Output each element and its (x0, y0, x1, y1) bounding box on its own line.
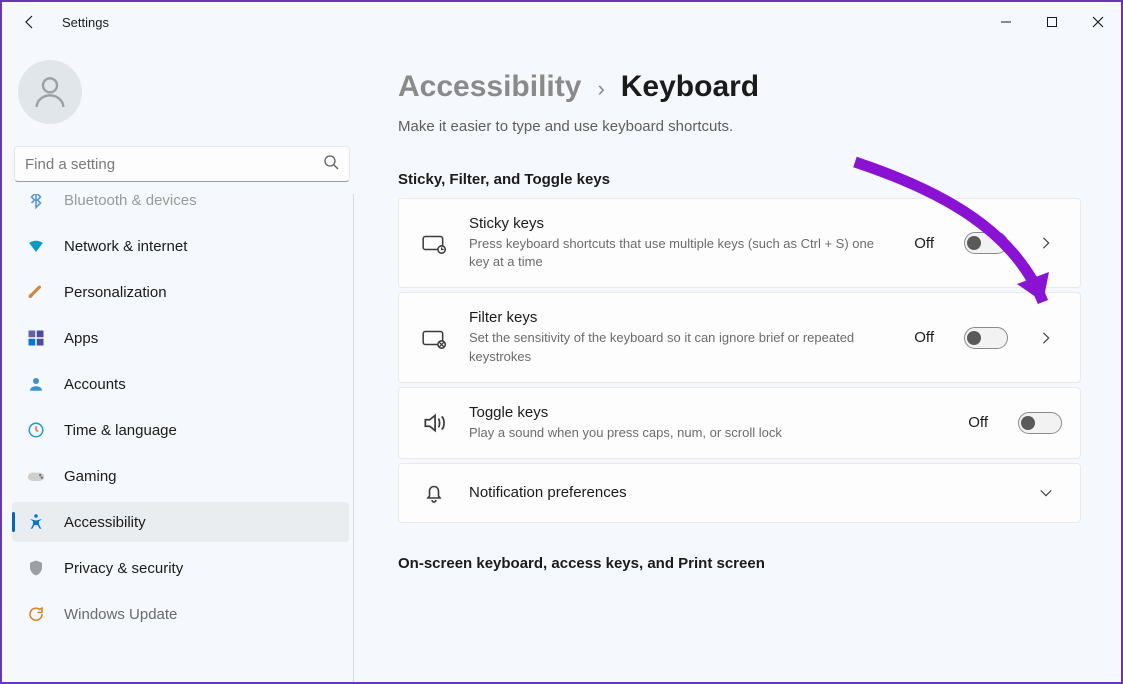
sticky-keys-toggle[interactable] (964, 232, 1008, 254)
card-desc: Play a sound when you press caps, num, o… (469, 424, 946, 442)
page-title: Keyboard (621, 70, 759, 104)
sidebar-item-label: Time & language (64, 422, 177, 439)
back-button[interactable] (18, 10, 42, 34)
sticky-keys-card[interactable]: Sticky keys Press keyboard shortcuts tha… (398, 198, 1081, 288)
close-button[interactable] (1075, 6, 1121, 38)
bell-icon (421, 480, 447, 506)
search-input[interactable] (25, 156, 323, 173)
toggle-state-label: Off (914, 329, 934, 346)
window-controls (983, 6, 1121, 38)
chevron-right-icon: › (597, 76, 604, 102)
user-profile[interactable] (10, 42, 354, 142)
card-title: Filter keys (469, 309, 892, 326)
sidebar-item-label: Network & internet (64, 238, 187, 255)
update-icon (26, 604, 46, 624)
person-icon (26, 374, 46, 394)
expand-button[interactable] (1030, 236, 1062, 250)
sound-icon (421, 410, 447, 436)
sidebar-item-bluetooth[interactable]: Bluetooth & devices (12, 194, 349, 220)
minimize-button[interactable] (983, 6, 1029, 38)
sidebar-item-label: Apps (64, 330, 98, 347)
card-desc: Press keyboard shortcuts that use multip… (469, 235, 892, 271)
nav-list: Bluetooth & devices Network & internet P… (10, 194, 354, 682)
gamepad-icon (26, 466, 46, 486)
sidebar-item-network[interactable]: Network & internet (12, 226, 349, 266)
sidebar-item-label: Accessibility (64, 514, 146, 531)
sidebar-item-accessibility[interactable]: Accessibility (12, 502, 349, 542)
search-icon (323, 154, 339, 175)
sidebar: Bluetooth & devices Network & internet P… (2, 42, 362, 682)
section-onscreen-header: On-screen keyboard, access keys, and Pri… (398, 555, 1081, 572)
sidebar-item-label: Gaming (64, 468, 117, 485)
toggle-state-label: Off (914, 235, 934, 252)
breadcrumb-parent[interactable]: Accessibility (398, 70, 581, 104)
card-body: Filter keys Set the sensitivity of the k… (469, 309, 892, 365)
filter-keys-card[interactable]: Filter keys Set the sensitivity of the k… (398, 292, 1081, 382)
accessibility-icon (26, 512, 46, 532)
notification-prefs-card[interactable]: Notification preferences (398, 463, 1081, 523)
card-body: Sticky keys Press keyboard shortcuts tha… (469, 215, 892, 271)
sidebar-item-label: Accounts (64, 376, 126, 393)
expand-button[interactable] (1030, 486, 1062, 500)
window-title: Settings (62, 15, 109, 30)
wifi-icon (26, 236, 46, 256)
card-title: Notification preferences (469, 484, 1008, 501)
maximize-button[interactable] (1029, 6, 1075, 38)
toggle-keys-card[interactable]: Toggle keys Play a sound when you press … (398, 387, 1081, 459)
sidebar-item-update[interactable]: Windows Update (12, 594, 349, 634)
sidebar-item-personalization[interactable]: Personalization (12, 272, 349, 312)
card-body: Toggle keys Play a sound when you press … (469, 404, 946, 442)
sidebar-item-gaming[interactable]: Gaming (12, 456, 349, 496)
keyboard-icon (421, 230, 447, 256)
card-title: Sticky keys (469, 215, 892, 232)
toggle-knob (1021, 416, 1035, 430)
sidebar-item-label: Windows Update (64, 606, 177, 623)
brush-icon (26, 282, 46, 302)
toggle-knob (967, 331, 981, 345)
sidebar-item-label: Personalization (64, 284, 167, 301)
card-desc: Set the sensitivity of the keyboard so i… (469, 329, 892, 365)
clock-icon (26, 420, 46, 440)
apps-icon (26, 328, 46, 348)
toggle-keys-toggle[interactable] (1018, 412, 1062, 434)
sidebar-item-label: Bluetooth & devices (64, 194, 197, 209)
expand-button[interactable] (1030, 331, 1062, 345)
devices-icon (26, 194, 46, 210)
sidebar-item-time[interactable]: Time & language (12, 410, 349, 450)
breadcrumb: Accessibility › Keyboard (398, 70, 1081, 104)
main-content: Accessibility › Keyboard Make it easier … (362, 42, 1121, 682)
sidebar-item-label: Privacy & security (64, 560, 183, 577)
sidebar-item-apps[interactable]: Apps (12, 318, 349, 358)
toggle-knob (967, 236, 981, 250)
titlebar: Settings (2, 2, 1121, 42)
avatar (18, 60, 82, 124)
card-body: Notification preferences (469, 484, 1008, 501)
shield-icon (26, 558, 46, 578)
card-title: Toggle keys (469, 404, 946, 421)
search-box[interactable] (14, 146, 350, 182)
keyboard-filter-icon (421, 325, 447, 351)
sidebar-item-accounts[interactable]: Accounts (12, 364, 349, 404)
page-subtitle: Make it easier to type and use keyboard … (398, 118, 1081, 135)
sidebar-item-privacy[interactable]: Privacy & security (12, 548, 349, 588)
filter-keys-toggle[interactable] (964, 327, 1008, 349)
section-sticky-header: Sticky, Filter, and Toggle keys (398, 171, 1081, 188)
toggle-state-label: Off (968, 414, 988, 431)
